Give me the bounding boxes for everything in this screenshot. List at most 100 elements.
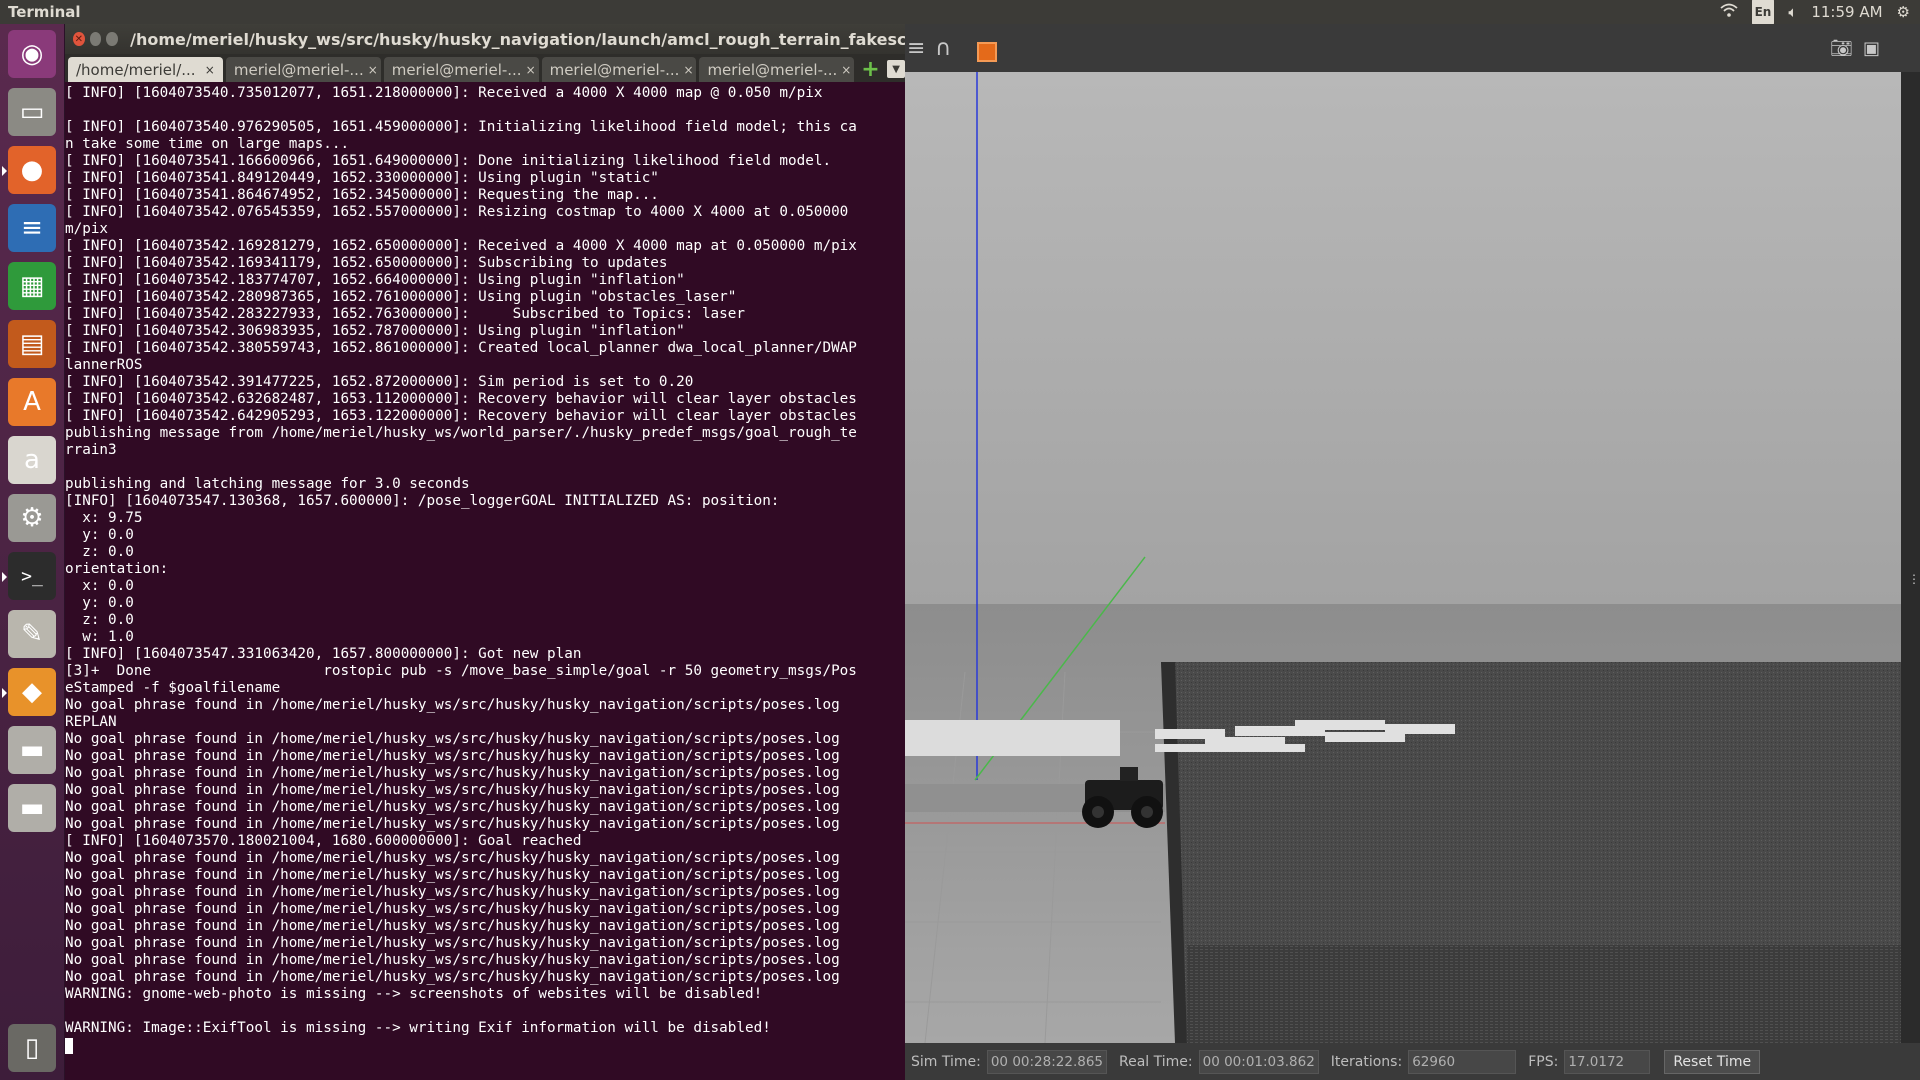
viewport-side-panel[interactable]: ⋮ [1901,72,1920,1043]
record-log-icon[interactable]: ▣ [1863,38,1880,59]
terminal-line: [ INFO] [1604073542.169341179, 1652.6500… [65,255,668,271]
launcher-text-editor-icon[interactable]: ✎ [8,610,56,658]
settings-gear-icon[interactable]: ⚙ [1897,0,1910,24]
tab-close-icon[interactable]: × [526,63,536,77]
terminal-line: [ INFO] [1604073542.283227933, 1652.7630… [65,306,745,322]
sky [905,72,1901,604]
terminal-line: WARNING: Image::ExifTool is missing --> … [65,1020,771,1036]
launcher-drive-2-icon[interactable]: ▬ [8,784,56,832]
wifi-icon[interactable] [1719,0,1738,24]
terminal-line: lannerROS [65,357,143,373]
maximize-icon[interactable] [106,32,119,46]
terminal-tab[interactable]: /home/meriel/... × [68,57,223,82]
terminal-line: [ INFO] [1604073542.380559743, 1652.8610… [65,340,857,356]
terminal-line: No goal phrase found in /home/meriel/hus… [65,850,840,866]
terminal-line: No goal phrase found in /home/meriel/hus… [65,952,840,968]
terminal-line: m/pix [65,221,109,237]
terminal-line: [ INFO] [1604073540.976290505, 1651.4590… [65,119,857,135]
terminal-line: No goal phrase found in /home/meriel/hus… [65,748,840,764]
terminal-line: No goal phrase found in /home/meriel/hus… [65,935,840,951]
launcher-firefox-icon[interactable]: ● [2,146,56,194]
window-title: /home/meriel/husky_ws/src/husky/husky_na… [130,29,905,49]
terminal-line: x: 0.0 [65,578,134,594]
terminal-line: No goal phrase found in /home/meriel/hus… [65,884,840,900]
tab-close-icon[interactable]: × [683,63,693,77]
real-time-value: 00 00:01:03.862 [1198,1049,1319,1074]
terminal-cursor [65,1038,73,1054]
terminal-line: [3]+ Done rostopic pub -s /move_base_sim… [65,663,857,679]
align-icon[interactable]: ≡ [907,36,925,61]
terminal-line: [ INFO] [1604073542.280987365, 1652.7610… [65,289,737,305]
launcher-gazebo-icon[interactable]: ◆ [2,668,56,716]
sim-time-label: Sim Time: [911,1053,981,1070]
launcher-libreoffice-calc-icon[interactable]: ▦ [8,262,56,310]
terminal-line: orientation: [65,561,169,577]
terminal-line: y: 0.0 [65,527,134,543]
panel-handle-icon[interactable]: ⋮ [1908,572,1920,586]
terminal-line: No goal phrase found in /home/meriel/hus… [65,765,840,781]
terminal-line: [ INFO] [1604073542.632682487, 1653.1120… [65,391,857,407]
terminal-line: No goal phrase found in /home/meriel/hus… [65,816,840,832]
terminal-window[interactable]: ✕ /home/meriel/husky_ws/src/husky/husky_… [65,24,905,1080]
sim-time-value: 00 00:28:22.865 [986,1049,1108,1074]
clock[interactable]: 11:59 AM [1811,0,1882,24]
launcher-ubuntu-dash-icon[interactable]: ◉ [8,30,56,78]
terminal-line: x: 9.75 [65,510,143,526]
launcher-files-icon[interactable]: ▭ [8,88,56,136]
terminal-line [65,1037,905,1054]
terminal-tab[interactable]: meriel@meriel-... × [225,57,381,82]
terminal-line: publishing and latching message for 3.0 … [65,476,470,492]
launcher-trash-icon[interactable]: ▯ [8,1024,56,1072]
fps-value: 17.0172 [1564,1049,1651,1074]
insert-shape-icon[interactable] [977,42,997,62]
new-tab-plus-icon[interactable]: + [861,58,883,82]
volume-icon[interactable]: 🔈︎ [1788,0,1797,24]
launcher-libreoffice-impress-icon[interactable]: ▤ [8,320,56,368]
launcher-terminal-icon[interactable]: >_ [2,552,56,600]
minimize-icon[interactable] [89,32,102,46]
terminal-line: [ INFO] [1604073542.183774707, 1652.6640… [65,272,685,288]
screenshot-camera-icon[interactable]: 📷︎ [1830,38,1853,59]
terminal-line: publishing message from /home/meriel/hus… [65,425,857,441]
terminal-line: No goal phrase found in /home/meriel/hus… [65,731,840,747]
scene-render[interactable] [905,72,1901,1043]
keyboard-layout-indicator[interactable]: En [1751,0,1775,25]
terminal-line: No goal phrase found in /home/meriel/hus… [65,918,840,934]
terminal-tab[interactable]: meriel@meriel-... × [541,57,697,82]
terminal-line: [ INFO] [1604073541.864674952, 1652.3450… [65,187,659,203]
system-tray: En 🔈︎ 11:59 AM ⚙ [1719,0,1920,25]
terminal-line: [ INFO] [1604073540.735012077, 1651.2180… [65,85,823,101]
terminal-tab[interactable]: meriel@meriel-... × [699,57,855,82]
tab-list-dropdown-icon[interactable]: ▼ [887,60,905,78]
tab-close-icon[interactable]: × [841,63,851,77]
terminal-output[interactable]: [ INFO] [1604073540.735012077, 1651.2180… [65,82,905,1080]
close-icon[interactable]: ✕ [73,32,85,46]
terminal-line: [ INFO] [1604073541.849120449, 1652.3300… [65,170,659,186]
terminal-tab[interactable]: meriel@meriel-... × [383,57,539,82]
terminal-tab-label: meriel@meriel-... [391,60,522,79]
terminal-line: [ INFO] [1604073542.391477225, 1652.8720… [65,374,694,390]
tab-close-icon[interactable]: × [368,63,378,77]
terminal-line: No goal phrase found in /home/meriel/hus… [65,969,840,985]
terminal-line: No goal phrase found in /home/meriel/hus… [65,799,840,815]
terminal-titlebar[interactable]: ✕ /home/meriel/husky_ws/src/husky/husky_… [65,24,905,54]
reset-time-button[interactable]: Reset Time [1664,1049,1761,1074]
launcher-software-center-icon[interactable]: A [8,378,56,426]
gazebo-toolbar: ≡ ∩ 📷︎ ▣ [905,24,1920,72]
launcher-drive-1-icon[interactable]: ▬ [8,726,56,774]
launcher-system-settings-icon[interactable]: ⚙ [8,494,56,542]
gazebo-window[interactable]: ≡ ∩ 📷︎ ▣ ⋮ Sim Time: 00 00:28:22.865 Rea… [905,24,1920,1080]
launcher-amazon-icon[interactable]: a [8,436,56,484]
gazebo-3d-viewport[interactable] [905,72,1901,1043]
snap-magnet-icon[interactable]: ∩ [935,36,951,61]
terminal-tab-bar: /home/meriel/... × meriel@meriel-... × merie… [65,54,905,82]
terminal-tab-label: meriel@meriel-... [549,60,680,79]
terminal-line: y: 0.0 [65,595,134,611]
tab-close-icon[interactable]: × [205,63,215,77]
terminal-line: [ INFO] [1604073547.331063420, 1657.8000… [65,646,582,662]
terminal-line: REPLAN [65,714,117,730]
launcher-libreoffice-writer-icon[interactable]: ≡ [8,204,56,252]
terminal-tab-label: meriel@meriel-... [233,60,364,79]
